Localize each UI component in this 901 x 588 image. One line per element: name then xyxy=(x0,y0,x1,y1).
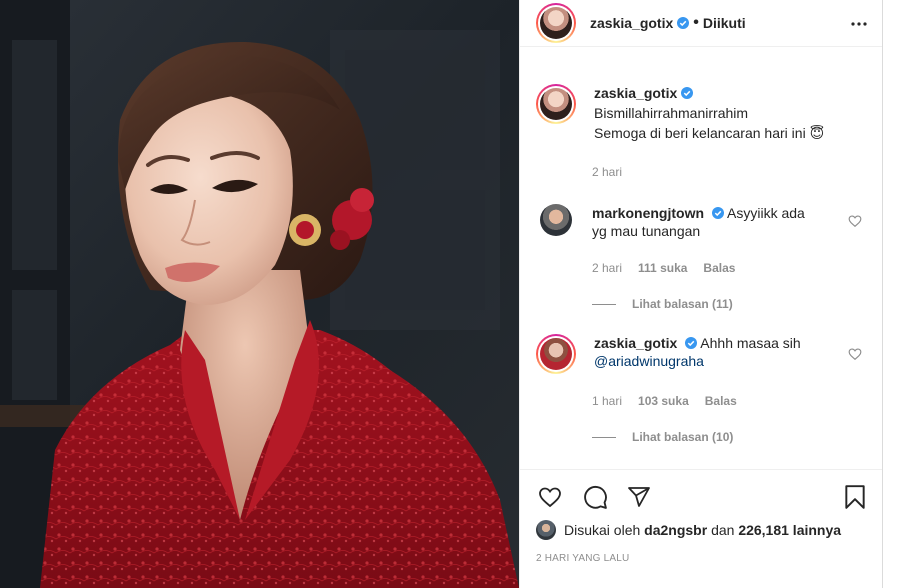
separator-dot: • xyxy=(693,14,699,31)
replies-divider xyxy=(592,303,616,305)
comment-body-continued: yg mau tunangan xyxy=(592,223,701,239)
likes-summary: Disukai oleh da2ngsbr dan 226,181 lainny… xyxy=(536,520,841,540)
author-info: zaskia_gotix • Diikuti xyxy=(590,14,746,32)
caption-line-2: Semoga di beri kelancaran hari ini 😇 xyxy=(594,125,825,141)
commenter-username[interactable]: zaskia_gotix xyxy=(594,335,677,351)
comment-time[interactable]: 2 hari xyxy=(592,261,622,275)
post-actions: Disukai oleh da2ngsbr dan 226,181 lainny… xyxy=(520,469,882,587)
verified-icon xyxy=(711,207,724,219)
comment-time[interactable]: 1 hari xyxy=(592,394,622,408)
post-photo[interactable] xyxy=(0,0,519,588)
heart-icon[interactable] xyxy=(537,484,563,510)
comment-meta: 1 hari 103 suka Balas xyxy=(592,394,737,408)
likes-middle: dan xyxy=(711,522,735,538)
caption-username[interactable]: zaskia_gotix xyxy=(594,84,677,102)
commenter-avatar[interactable] xyxy=(540,204,572,236)
comment-likes[interactable]: 111 suka xyxy=(638,261,687,275)
caption-line-1: Bismillahirrahmanirrahim xyxy=(594,105,749,121)
share-icon[interactable] xyxy=(626,484,652,510)
more-options-icon[interactable] xyxy=(850,15,868,33)
comment-icon[interactable] xyxy=(582,484,608,510)
commenter-username[interactable]: markonengjtown xyxy=(592,205,704,221)
liker-avatar[interactable] xyxy=(536,520,556,540)
replies-divider xyxy=(592,436,616,438)
verified-icon xyxy=(685,337,698,349)
comment-meta: 2 hari 111 suka Balas xyxy=(592,261,735,275)
comment-item: markonengjtown Asyyiikk ada yg mau tunan… xyxy=(536,204,866,240)
likes-count[interactable]: 226,181 lainnya xyxy=(738,522,841,538)
comment-like-heart-icon[interactable] xyxy=(848,214,862,228)
view-replies-label[interactable]: Lihat balasan (11) xyxy=(632,297,733,311)
comment-likes[interactable]: 103 suka xyxy=(638,394,689,408)
caption-meta: 2 hari xyxy=(592,165,622,179)
caption-avatar[interactable] xyxy=(536,84,576,124)
verified-icon xyxy=(681,87,694,99)
bookmark-icon[interactable] xyxy=(842,484,868,510)
view-replies-button[interactable]: Lihat balasan (11) xyxy=(592,297,733,311)
likes-prefix: Disukai oleh xyxy=(564,522,641,538)
comment-item: zaskia_gotix Ahhh masaa sih @ariadwinugr… xyxy=(536,334,866,374)
commenter-avatar[interactable] xyxy=(536,334,576,374)
comments-list[interactable]: zaskia_gotix Bismillahirrahmanirrahim Se… xyxy=(520,48,882,468)
author-username[interactable]: zaskia_gotix xyxy=(590,15,673,31)
caption-text: zaskia_gotix Bismillahirrahmanirrahim Se… xyxy=(594,84,854,142)
comment-text: zaskia_gotix Ahhh masaa sih @ariadwinugr… xyxy=(594,334,826,374)
portrait-image xyxy=(0,0,519,588)
comment-body: Asyyiikk ada xyxy=(727,205,805,221)
view-replies-label[interactable]: Lihat balasan (10) xyxy=(632,430,733,444)
post-header: zaskia_gotix • Diikuti xyxy=(520,0,882,47)
view-replies-button[interactable]: Lihat balasan (10) xyxy=(592,430,733,444)
comment-body: Ahhh masaa sih xyxy=(700,335,801,351)
caption: zaskia_gotix Bismillahirrahmanirrahim Se… xyxy=(536,84,866,142)
post-detail-panel: zaskia_gotix • Diikuti zaskia_gotix Bism… xyxy=(519,0,883,588)
author-avatar[interactable] xyxy=(536,3,576,43)
comment-reply-button[interactable]: Balas xyxy=(703,261,735,275)
page-edge xyxy=(883,0,901,588)
follow-status-button[interactable]: Diikuti xyxy=(703,15,746,31)
post-timestamp[interactable]: 2 HARI YANG LALU xyxy=(536,553,629,564)
comment-like-heart-icon[interactable] xyxy=(848,347,862,361)
comment-reply-button[interactable]: Balas xyxy=(705,394,737,408)
comment-text: markonengjtown Asyyiikk ada yg mau tunan… xyxy=(592,204,824,240)
caption-time[interactable]: 2 hari xyxy=(592,165,622,179)
verified-icon xyxy=(677,17,690,29)
mention-link[interactable]: @ariadwinugraha xyxy=(594,352,826,370)
liker-username[interactable]: da2ngsbr xyxy=(644,522,707,538)
